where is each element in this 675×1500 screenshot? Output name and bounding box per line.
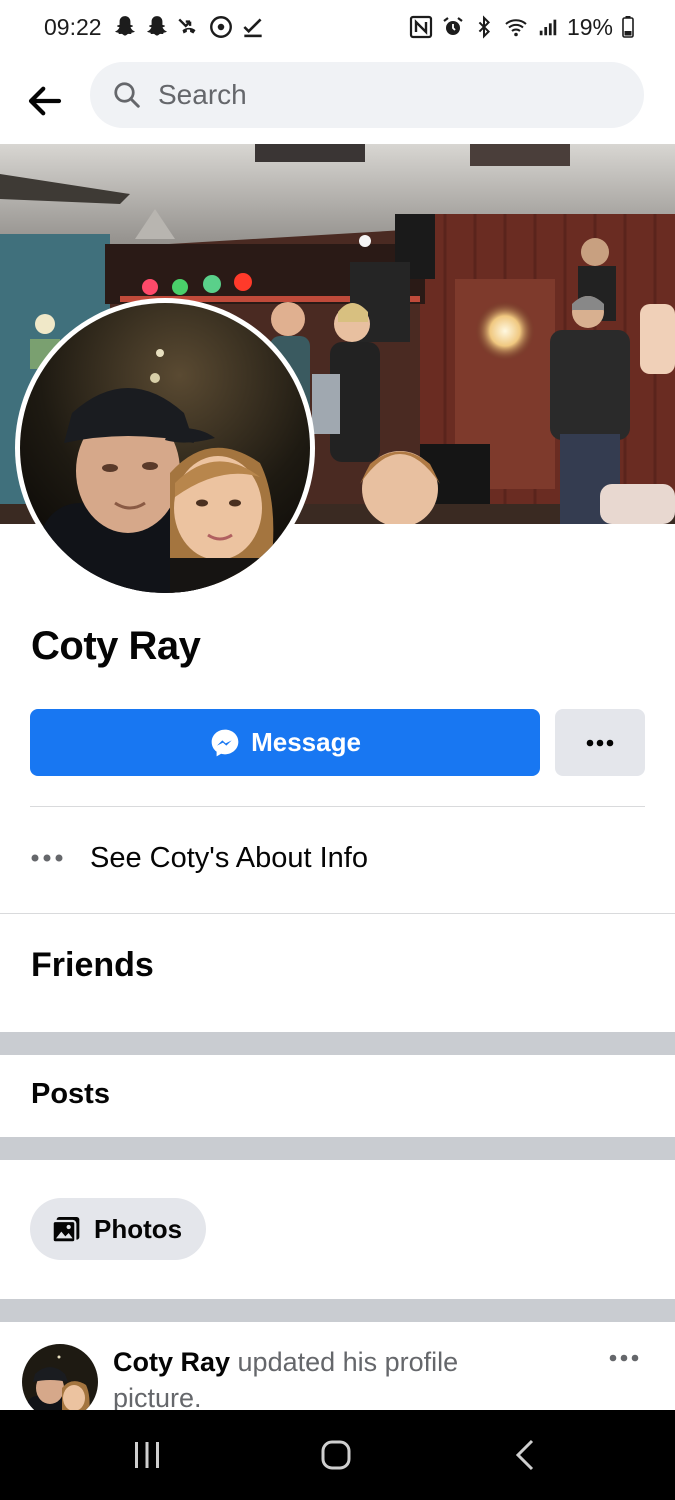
signal-icon [539,19,557,36]
friends-section-title[interactable]: Friends [31,946,154,985]
recent-apps-button[interactable] [92,1410,202,1500]
divider [30,806,645,807]
post-item: Coty Ray updated his profile picture. [0,1322,675,1412]
profile-name: Coty Ray [31,624,201,668]
back-button[interactable] [18,74,72,128]
system-icons: 19% [409,12,635,42]
battery-percent: 19% [566,13,613,40]
missed-call-icon [178,18,196,34]
section-separator [0,1032,675,1055]
post-author-name[interactable]: Coty Ray [113,1347,230,1377]
photos-icon [50,1213,82,1245]
about-info-label: See Coty's About Info [90,841,368,874]
search-bar[interactable] [90,62,644,128]
photos-label: Photos [94,1213,183,1244]
section-separator [0,1137,675,1160]
messenger-icon [209,727,241,759]
more-icon [586,739,614,746]
section-separator [0,1299,675,1322]
back-arrow-icon [28,86,62,116]
back-chevron-icon [515,1439,534,1471]
system-navigation-bar [0,1410,675,1500]
home-button[interactable] [281,1410,391,1500]
notification-icons [112,12,266,42]
post-headline: Coty Ray updated his profile picture. [113,1344,533,1412]
profile-picture[interactable] [15,298,315,598]
back-nav-button[interactable] [470,1410,580,1500]
bluetooth-icon [478,15,490,39]
search-icon [112,79,144,111]
status-time: 09:22 [44,14,102,40]
home-icon [321,1440,351,1470]
search-input[interactable] [156,78,600,112]
message-label: Message [251,727,361,757]
nfc-icon [409,15,433,39]
battery-icon [622,16,634,38]
status-bar: 09:22 19% [0,0,675,56]
recent-apps-icon [135,1442,159,1468]
post-more-button[interactable] [604,1348,644,1368]
download-done-icon [243,18,262,38]
location-icon [210,16,232,38]
alarm-icon [443,17,463,35]
more-dots-icon [31,854,63,862]
posts-section-title: Posts [31,1078,110,1110]
top-bar [0,56,675,144]
post-author-avatar[interactable] [22,1344,98,1412]
about-info-link[interactable]: See Coty's About Info [30,835,368,881]
message-button[interactable]: Message [30,709,540,776]
more-icon [609,1354,639,1362]
divider [0,913,675,914]
avatar [20,303,310,593]
snapchat-icon [147,16,167,36]
wifi-icon [505,19,527,37]
snapchat-icon [115,16,135,36]
more-options-button[interactable] [555,709,645,776]
photos-filter-button[interactable]: Photos [30,1198,206,1260]
